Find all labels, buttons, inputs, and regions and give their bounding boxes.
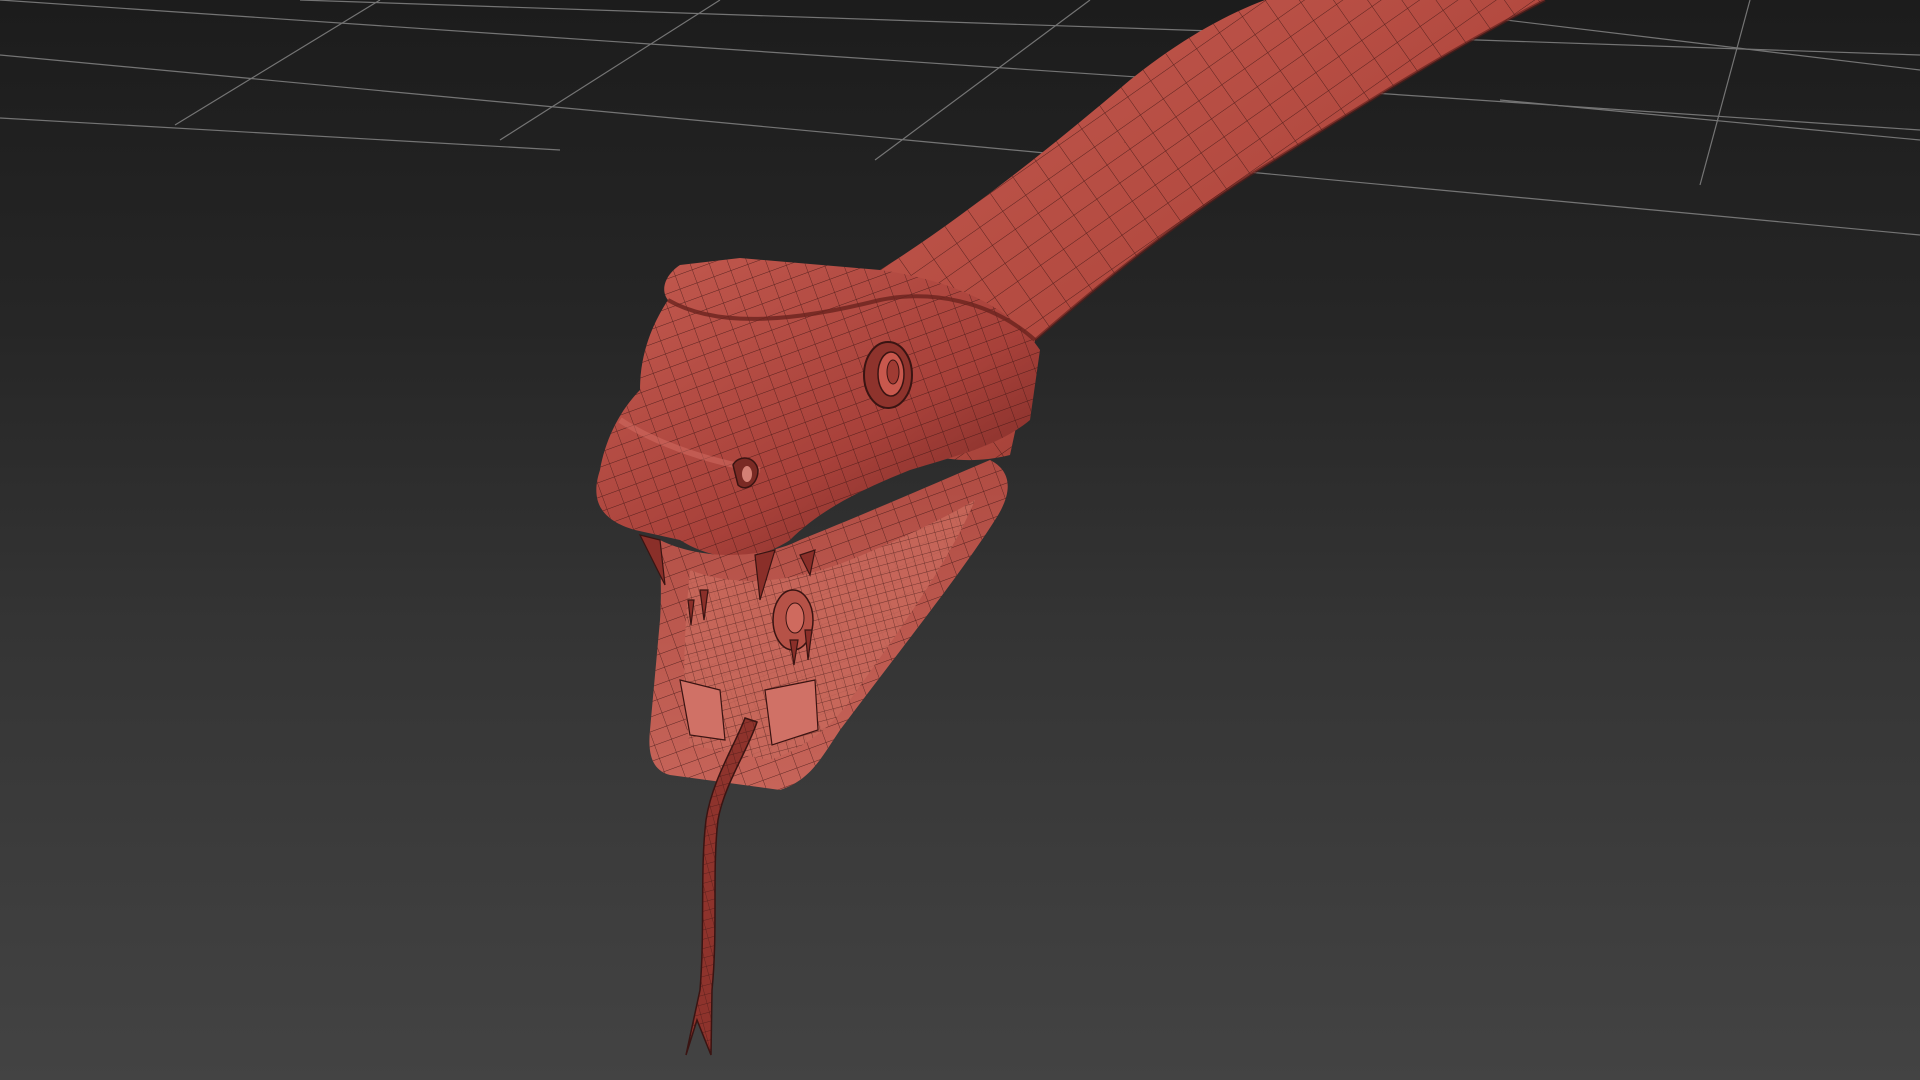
3d-viewport[interactable] (0, 0, 1920, 1080)
viewport-canvas[interactable] (0, 0, 1920, 1080)
ground-grid (0, 0, 1920, 236)
snake-eye (863, 341, 913, 409)
